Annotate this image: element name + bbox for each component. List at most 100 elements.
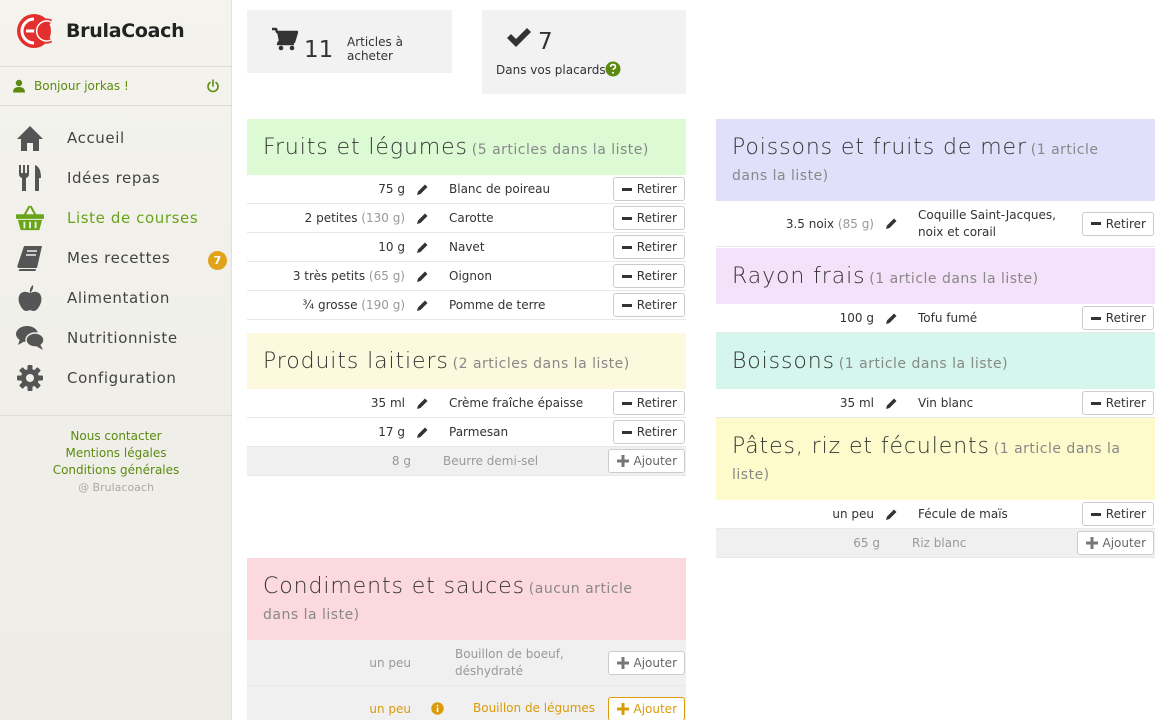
home-icon [16, 124, 44, 152]
item-name: Tofu fumé [918, 310, 978, 325]
add-button[interactable]: Ajouter [608, 696, 685, 720]
nav-item-mes-recettes[interactable]: Mes recettes [0, 238, 232, 278]
item-quantity: ¾ grosse (190 g) [302, 298, 406, 312]
section-title: Poissons et fruits de mer [732, 135, 1027, 160]
info-icon[interactable] [413, 702, 461, 715]
list-item-absent: 8 g Beurre demi-sel Ajouter [247, 447, 686, 476]
pencil-icon[interactable] [407, 426, 437, 439]
nav-item-liste-de-courses[interactable]: Liste de courses [0, 198, 232, 238]
list-item-absent: 65 g Riz blanc Ajouter [716, 529, 1155, 558]
item-name: Pomme de terre [449, 297, 546, 312]
item-name: Bouillon de légumes [473, 701, 596, 715]
list-item: 2 petites (130 g) Carotte Retirer [247, 204, 686, 233]
logo[interactable]: BrulaCoach [17, 10, 185, 52]
add-button[interactable]: Ajouter [608, 449, 685, 473]
greeting: Bonjour jorkas ! [34, 79, 129, 93]
section-header: Fruits et légumes (5 articles dans la li… [247, 119, 686, 175]
add-button[interactable]: Ajouter [608, 650, 685, 675]
minus-icon [1090, 316, 1101, 320]
remove-button[interactable]: Retirer [1081, 391, 1154, 415]
pencil-icon[interactable] [876, 312, 906, 325]
section-title: Pâtes, riz et féculents [732, 434, 990, 459]
sidebar: BrulaCoach Bonjour jorkas ! Accueil Idée… [0, 0, 232, 720]
nav-label: Configuration [67, 369, 177, 387]
item-quantity: 10 g [378, 240, 405, 254]
item-quantity: 35 ml [839, 396, 874, 410]
book-icon [16, 244, 44, 272]
item-name: Bouillon de boeuf, déshydraté [455, 646, 564, 678]
item-name: Navet [449, 239, 485, 254]
remove-button[interactable]: Retirer [612, 177, 685, 201]
item-quantity: 3 très petits (65 g) [292, 269, 405, 283]
chat-icon [16, 324, 44, 352]
remove-button[interactable]: Retirer [1081, 502, 1154, 526]
nav-label: Accueil [67, 129, 125, 147]
section-header: Poissons et fruits de mer (1 article dan… [716, 119, 1155, 201]
minus-icon [621, 274, 632, 278]
section-fruits-legumes: Fruits et légumes (5 articles dans la li… [247, 119, 686, 320]
section-count: (1 article dans la liste) [838, 356, 1009, 372]
item-name: Parmesan [449, 424, 509, 439]
item-quantity: 65 g [853, 536, 880, 550]
list-item: 10 g Navet Retirer [247, 233, 686, 262]
remove-button[interactable]: Retirer [612, 420, 685, 444]
pencil-icon[interactable] [407, 212, 437, 225]
pencil-icon[interactable] [407, 241, 437, 254]
remove-button[interactable]: Retirer [612, 293, 685, 317]
pencil-icon[interactable] [407, 299, 437, 312]
list-item: ¾ grosse (190 g) Pomme de terre Retirer [247, 291, 686, 320]
section-header: Rayon frais (1 article dans la liste) [716, 248, 1155, 304]
legal-link[interactable]: Mentions légales [0, 445, 232, 462]
section-header: Produits laitiers (2 articles dans la li… [247, 333, 686, 389]
pencil-icon[interactable] [407, 183, 437, 196]
in-pantry-label: Dans vos placards [496, 63, 606, 77]
list-item: un peu Fécule de maïs Retirer [716, 500, 1155, 529]
list-item: 100 g Tofu fumé Retirer [716, 304, 1155, 333]
minus-icon [621, 430, 632, 434]
help-icon[interactable] [605, 61, 621, 77]
minus-icon [621, 216, 632, 220]
nav-item-alimentation[interactable]: Alimentation [0, 278, 232, 318]
add-button[interactable]: Ajouter [1077, 531, 1154, 555]
sidebar-footer: Nous contacter Mentions légales Conditio… [0, 415, 232, 496]
contact-link[interactable]: Nous contacter [0, 428, 232, 445]
power-icon[interactable] [206, 79, 220, 93]
nav-item-accueil[interactable]: Accueil [0, 118, 232, 158]
remove-button[interactable]: Retirer [612, 235, 685, 259]
section-rayon-frais: Rayon frais (1 article dans la liste) 10… [716, 248, 1155, 333]
pencil-icon[interactable] [876, 397, 906, 410]
nav-label: Idées repas [67, 169, 161, 187]
terms-link[interactable]: Conditions générales [0, 462, 232, 479]
item-name: Riz blanc [912, 535, 967, 550]
nav-item-idees-repas[interactable]: Idées repas [0, 158, 232, 198]
plus-icon [1086, 537, 1099, 549]
section-header: Pâtes, riz et féculents (1 article dans … [716, 418, 1155, 500]
pencil-icon[interactable] [407, 270, 437, 283]
item-quantity: 3.5 noix (85 g) [785, 216, 874, 231]
section-header: Boissons (1 article dans la liste) [716, 333, 1155, 389]
item-quantity: 75 g [378, 182, 405, 196]
item-name: Blanc de poireau [449, 181, 551, 196]
remove-button[interactable]: Retirer [612, 264, 685, 288]
remove-button[interactable]: Retirer [1081, 306, 1154, 330]
plus-icon [617, 455, 630, 467]
list-item-absent: un peu Bouillon de légumes Ajouter [247, 686, 686, 720]
section-title: Boissons [732, 349, 835, 374]
nav-item-configuration[interactable]: Configuration [0, 358, 232, 398]
remove-button[interactable]: Retirer [612, 206, 685, 230]
nav-label: Nutritionniste [67, 329, 178, 347]
to-buy-label: Articles à acheter [347, 35, 403, 63]
nav-item-nutritionniste[interactable]: Nutritionniste [0, 318, 232, 358]
section-count: (2 articles dans la liste) [452, 356, 630, 372]
app-name: BrulaCoach [66, 20, 185, 42]
pencil-icon[interactable] [876, 508, 906, 521]
remove-button[interactable]: Retirer [1081, 211, 1154, 236]
item-name: Oignon [449, 268, 492, 283]
pencil-icon[interactable] [407, 397, 437, 410]
list-item-absent: un peu Bouillon de boeuf, déshydraté Ajo… [247, 640, 686, 686]
remove-button[interactable]: Retirer [612, 391, 685, 415]
brand-logo-icon [17, 11, 57, 51]
nav-label: Liste de courses [67, 209, 199, 227]
pencil-icon[interactable] [876, 217, 906, 230]
item-quantity: un peu [832, 507, 874, 521]
